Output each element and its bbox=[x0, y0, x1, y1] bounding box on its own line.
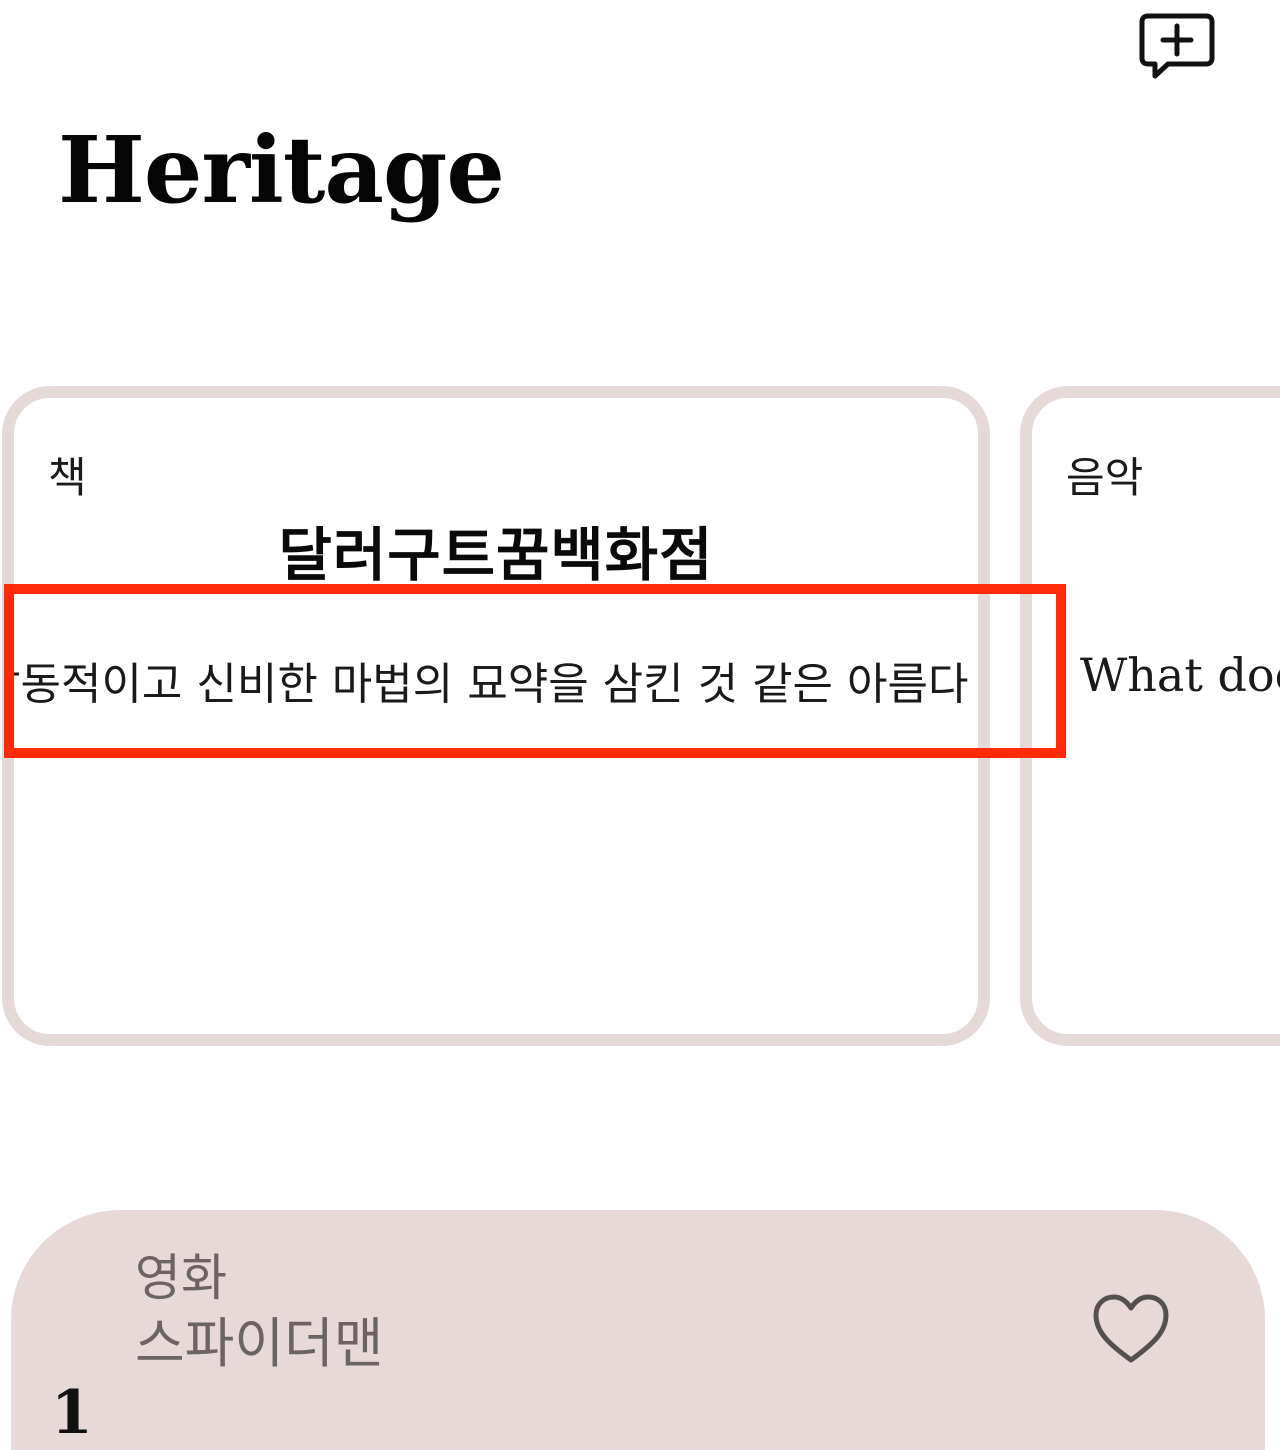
card-snippet: 감동적이고 신비한 마법의 묘약을 삼킨 것 같은 아름다 bbox=[2, 659, 969, 710]
recommendation-card-book[interactable]: 책 달러구트꿈백화점 감동적이고 신비한 마법의 묘약을 삼킨 것 같은 아름다 bbox=[2, 386, 990, 1046]
bottom-card-rank: 1 bbox=[51, 1378, 93, 1448]
recommendation-card-music[interactable]: 음악 What doe bbox=[1020, 386, 1280, 1046]
card-title: 달러구트꿈백화점 bbox=[278, 521, 714, 589]
card-snippet: What doe bbox=[1080, 648, 1280, 702]
bottom-card-title: 스파이더맨 bbox=[135, 1312, 384, 1375]
card-category: 책 bbox=[48, 453, 87, 502]
bottom-card-movie[interactable]: 영화 스파이더맨 1 bbox=[11, 1210, 1265, 1450]
chat-bubble-plus-icon bbox=[1139, 13, 1215, 79]
recommendation-carousel[interactable]: 책 달러구트꿈백화점 감동적이고 신비한 마법의 묘약을 삼킨 것 같은 아름다… bbox=[0, 380, 1280, 1070]
add-chat-button[interactable] bbox=[1138, 10, 1216, 82]
like-button[interactable] bbox=[1091, 1292, 1171, 1366]
bottom-card-category: 영화 bbox=[135, 1249, 227, 1307]
card-category: 음악 bbox=[1066, 453, 1144, 502]
heart-outline-icon bbox=[1093, 1294, 1169, 1363]
page-title: Heritage bbox=[58, 116, 505, 224]
